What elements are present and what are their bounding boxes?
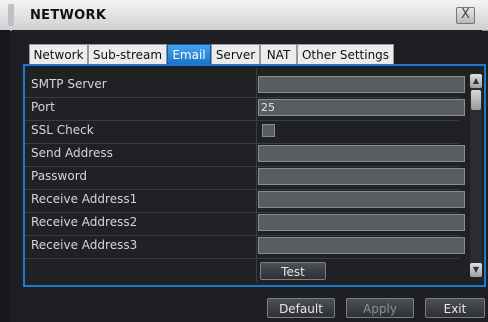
receive-address1-input[interactable] [258,191,465,208]
receive-address2-label: Receive Address2 [31,215,138,229]
send-address-input[interactable] [258,145,465,162]
close-button[interactable]: X [456,7,475,24]
tab-server[interactable]: Server [211,44,260,65]
column-divider [256,68,257,282]
title-bar-grip [8,4,14,26]
network-dialog: NETWORK X Network Sub-stream Email Serve… [0,0,488,322]
smtp-server-input[interactable] [258,76,465,93]
ssl-check-checkbox[interactable] [262,124,275,137]
exit-button[interactable]: Exit [425,298,485,318]
tab-email[interactable]: Email [167,44,211,65]
test-button[interactable]: Test [260,262,326,280]
ssl-check-label: SSL Check [31,123,94,137]
tab-network[interactable]: Network [29,44,88,65]
title-bar: NETWORK X [0,0,488,31]
row-port: Port 25 [25,97,465,121]
row-ssl-check: SSL Check [25,120,459,144]
password-label: Password [31,169,88,183]
scroll-thumb[interactable] [471,90,481,110]
row-receive-address2: Receive Address2 [25,212,465,236]
scroll-down-arrow-icon[interactable]: ▼ [470,263,482,277]
default-button[interactable]: Default [267,298,335,318]
tab-bar: Network Sub-stream Email Server NAT Othe… [12,30,482,65]
receive-address2-input[interactable] [258,214,465,231]
password-input[interactable] [258,168,465,185]
row-receive-address3: Receive Address3 [25,235,465,259]
receive-address3-label: Receive Address3 [31,238,138,252]
receive-address3-input[interactable] [258,237,465,254]
dialog-title: NETWORK [30,8,107,23]
send-address-label: Send Address [31,146,113,160]
vertical-scrollbar[interactable]: ▲ ▼ [470,74,482,277]
receive-address1-label: Receive Address1 [31,192,138,206]
apply-button[interactable]: Apply [346,298,414,318]
tab-sub-stream[interactable]: Sub-stream [88,44,167,65]
smtp-server-label: SMTP Server [31,77,107,91]
port-label: Port [31,100,55,114]
row-receive-address1: Receive Address1 [25,189,465,213]
port-input[interactable]: 25 [258,99,465,116]
row-password: Password [25,166,465,190]
row-smtp-server: SMTP Server [25,74,465,98]
left-edge [0,30,10,322]
row-send-address: Send Address [25,143,465,167]
tab-other-settings[interactable]: Other Settings [297,44,394,65]
scroll-up-arrow-icon[interactable]: ▲ [470,74,482,88]
tab-nat[interactable]: NAT [260,44,297,65]
